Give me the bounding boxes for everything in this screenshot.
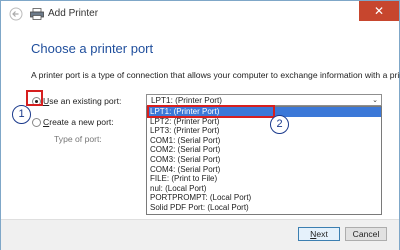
page-description: A printer port is a type of connection t… (31, 70, 400, 80)
next-text: ext (316, 229, 328, 239)
port-option[interactable]: PORTPROMPT: (Local Port) (147, 193, 381, 203)
annotation-box-lpt1 (147, 105, 275, 118)
port-option[interactable]: Solid PDF Port: (Local Port) (147, 203, 381, 213)
port-option[interactable]: LPT3: (Printer Port) (147, 126, 381, 136)
port-dropdown-list: LPT1: (Printer Port) LPT2: (Printer Port)… (146, 106, 382, 215)
use-existing-port-text: se an existing port: (49, 96, 122, 106)
title-bar: Add Printer ✕ (1, 1, 399, 27)
back-arrow-icon[interactable] (9, 7, 23, 21)
port-option[interactable]: LPT2: (Printer Port) (147, 117, 381, 127)
add-printer-window: Add Printer ✕ Choose a printer port A pr… (0, 0, 400, 250)
port-option[interactable]: FILE: (Print to File) (147, 174, 381, 184)
close-button[interactable]: ✕ (359, 1, 399, 21)
cancel-button[interactable]: Cancel (345, 227, 387, 241)
port-option[interactable]: COM3: (Serial Port) (147, 155, 381, 165)
type-of-port-label: Type of port: (54, 134, 102, 144)
callout-1: 1 (12, 105, 31, 124)
printer-icon (30, 8, 44, 20)
annotation-box-radio (26, 90, 43, 106)
port-option[interactable]: COM4: (Serial Port) (147, 165, 381, 175)
create-new-port-radio[interactable] (32, 118, 41, 127)
chevron-down-icon[interactable]: ⌄ (372, 95, 378, 106)
port-option[interactable]: COM2: (Serial Port) (147, 145, 381, 155)
callout-2: 2 (270, 115, 289, 134)
port-option[interactable]: COM1: (Serial Port) (147, 136, 381, 146)
use-existing-port-label[interactable]: Use an existing port: (43, 96, 121, 106)
page-heading: Choose a printer port (31, 41, 154, 56)
next-button[interactable]: Next (298, 227, 340, 241)
create-new-port-text: reate a new port: (49, 117, 114, 127)
create-new-port-label[interactable]: Create a new port: (43, 117, 114, 127)
port-option[interactable]: nul: (Local Port) (147, 184, 381, 194)
window-title: Add Printer (48, 8, 99, 19)
